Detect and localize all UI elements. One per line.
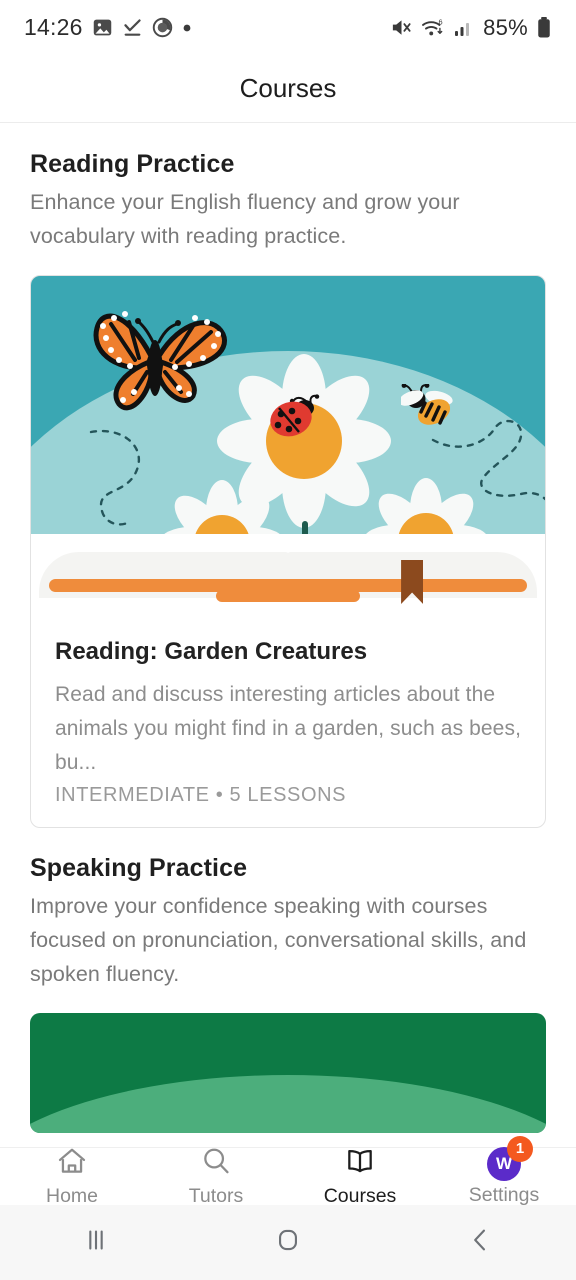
bee-icon [401,384,453,425]
status-badge: 1 [507,1135,533,1162]
battery-percent-label: 85% [483,14,528,40]
section-title: Reading Practice [30,150,235,178]
android-back-button[interactable] [384,1223,576,1262]
page-title: Courses [239,73,337,103]
battery-icon [536,16,552,39]
course-card-meta: INTERMEDIATE • 5 LESSONS [55,784,347,806]
status-bar: 14:26 6 85% [0,0,576,55]
wifi-6-icon: 6 [421,16,445,39]
download-done-icon [122,17,143,38]
nav-item-courses[interactable]: Courses [288,1145,432,1208]
nav-item-home[interactable]: Home [0,1145,144,1208]
android-system-nav [0,1205,576,1280]
section-subtitle: Improve your confidence speaking with co… [30,894,527,986]
section-reading-practice: Reading Practice Enhance your English fl… [0,124,576,253]
butterfly-icon [93,311,227,411]
course-card-speaking-preview[interactable] [30,1013,546,1133]
app-header: Courses [0,55,576,123]
section-subtitle: Enhance your English fluency and grow yo… [30,190,460,248]
course-card-title: Reading: Garden Creatures [55,638,368,665]
garden-creatures-illustration [31,276,545,616]
svg-text:6: 6 [439,18,443,27]
photo-icon [92,17,113,38]
scroll-content[interactable]: Reading Practice Enhance your English fl… [0,124,576,1147]
status-bar-right: 6 85% [390,15,552,41]
nav-item-settings[interactable]: W 1 Settings [432,1135,576,1207]
ladybug-icon [270,394,320,437]
course-card-reading-garden-creatures[interactable]: Reading: Garden Creatures Read and discu… [30,275,546,828]
green-illustration-dome [30,1075,546,1133]
search-icon [200,1145,232,1182]
section-speaking-practice: Speaking Practice Improve your confidenc… [0,828,576,991]
phone-screen: 14:26 6 85% Courses Reading Practice Enh… [0,0,576,1280]
nav-item-tutors[interactable]: Tutors [144,1145,288,1208]
book-icon [344,1145,376,1182]
book-spine-edge [216,590,360,602]
android-recents-button[interactable] [0,1223,192,1262]
home-square-icon [271,1223,305,1262]
status-bar-left: 14:26 [24,14,192,41]
course-card-body: Reading: Garden Creatures Read and discu… [31,616,545,827]
bottom-navigation-bar: Home Tutors Courses W 1 Settings [0,1135,576,1208]
avatar[interactable]: W 1 [487,1135,533,1181]
screen-record-icon [152,17,173,38]
dot-indicator-icon [182,23,192,33]
home-icon [56,1145,88,1182]
cellular-signal-icon [453,17,475,39]
recents-icon [79,1223,113,1262]
back-icon [463,1223,497,1262]
course-card-description: Read and discuss interesting articles ab… [55,683,521,774]
volume-mute-icon [390,16,413,39]
android-home-button[interactable] [192,1223,384,1262]
nav-label-settings: Settings [468,1183,540,1206]
status-bar-clock: 14:26 [24,14,83,40]
section-title: Speaking Practice [30,854,248,882]
